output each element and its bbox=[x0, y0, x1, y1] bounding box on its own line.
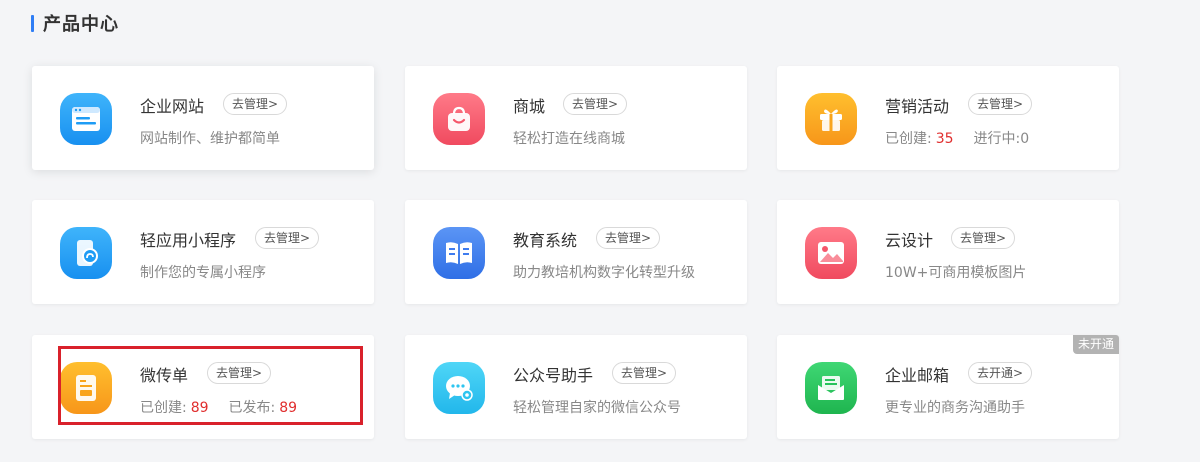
manage-button[interactable]: 去管理> bbox=[596, 227, 661, 249]
manage-button[interactable]: 去管理> bbox=[968, 93, 1033, 115]
card-stats: 已创建: 35 进行中:0 bbox=[885, 128, 1029, 148]
activate-button[interactable]: 去开通> bbox=[968, 362, 1033, 384]
card-title: 商城 bbox=[513, 97, 546, 116]
card-title: 云设计 bbox=[885, 231, 934, 250]
product-card-mail[interactable]: 未开通 企业邮箱 去开通> 更专业的商务沟通助手 bbox=[777, 335, 1119, 439]
card-title: 轻应用小程序 bbox=[140, 231, 237, 250]
wechat-chat-icon bbox=[433, 362, 485, 414]
created-count: 89 bbox=[190, 400, 209, 416]
in-progress-label: 进行中: bbox=[973, 131, 1021, 147]
section-header: 产品中心 bbox=[31, 12, 119, 35]
not-activated-badge: 未开通 bbox=[1072, 335, 1119, 354]
manage-button[interactable]: 去管理> bbox=[223, 93, 288, 115]
card-title: 教育系统 bbox=[513, 231, 578, 250]
product-card-website[interactable]: 企业网站 去管理> 网站制作、维护都简单 bbox=[32, 66, 374, 170]
published-count: 89 bbox=[279, 400, 298, 416]
gift-icon bbox=[805, 93, 857, 145]
product-card-design[interactable]: 云设计 去管理> 10W+可商用模板图片 bbox=[777, 200, 1119, 304]
manage-button[interactable]: 去管理> bbox=[255, 227, 320, 249]
card-description: 更专业的商务沟通助手 bbox=[885, 400, 1025, 416]
product-card-miniapp[interactable]: 轻应用小程序 去管理> 制作您的专属小程序 bbox=[32, 200, 374, 304]
card-title: 微传单 bbox=[140, 366, 189, 385]
picture-icon bbox=[805, 227, 857, 279]
mini-program-icon bbox=[60, 227, 112, 279]
card-description: 制作您的专属小程序 bbox=[140, 265, 266, 281]
card-stats: 已创建: 89 已发布: 89 bbox=[140, 397, 297, 417]
manage-button[interactable]: 去管理> bbox=[207, 362, 272, 384]
created-label: 已创建: bbox=[885, 131, 932, 147]
flyer-icon bbox=[60, 362, 112, 414]
published-label: 已发布: bbox=[228, 400, 276, 416]
product-card-flyer[interactable]: 微传单 去管理> 已创建: 89 已发布: 89 bbox=[32, 335, 374, 439]
manage-button[interactable]: 去管理> bbox=[951, 227, 1016, 249]
created-count: 35 bbox=[935, 131, 954, 147]
manage-button[interactable]: 去管理> bbox=[612, 362, 677, 384]
in-progress-count: 0 bbox=[1020, 131, 1030, 147]
shopping-bag-icon bbox=[433, 93, 485, 145]
book-icon bbox=[433, 227, 485, 279]
card-description: 网站制作、维护都简单 bbox=[140, 131, 280, 147]
card-description: 轻松打造在线商城 bbox=[513, 131, 625, 147]
created-label: 已创建: bbox=[140, 400, 187, 416]
card-title: 企业网站 bbox=[140, 97, 205, 116]
card-title: 公众号助手 bbox=[513, 366, 594, 385]
product-card-mall[interactable]: 商城 去管理> 轻松打造在线商城 bbox=[405, 66, 747, 170]
website-icon bbox=[60, 93, 112, 145]
card-title: 企业邮箱 bbox=[885, 366, 950, 385]
product-card-wechat[interactable]: 公众号助手 去管理> 轻松管理自家的微信公众号 bbox=[405, 335, 747, 439]
product-card-education[interactable]: 教育系统 去管理> 助力教培机构数字化转型升级 bbox=[405, 200, 747, 304]
mail-icon bbox=[805, 362, 857, 414]
page-title: 产品中心 bbox=[43, 14, 119, 35]
card-description: 轻松管理自家的微信公众号 bbox=[513, 400, 681, 416]
card-description: 助力教培机构数字化转型升级 bbox=[513, 265, 695, 281]
manage-button[interactable]: 去管理> bbox=[563, 93, 628, 115]
product-card-marketing[interactable]: 营销活动 去管理> 已创建: 35 进行中:0 bbox=[777, 66, 1119, 170]
card-title: 营销活动 bbox=[885, 97, 950, 116]
card-description: 10W+可商用模板图片 bbox=[885, 265, 1027, 281]
title-accent-bar bbox=[31, 14, 34, 32]
